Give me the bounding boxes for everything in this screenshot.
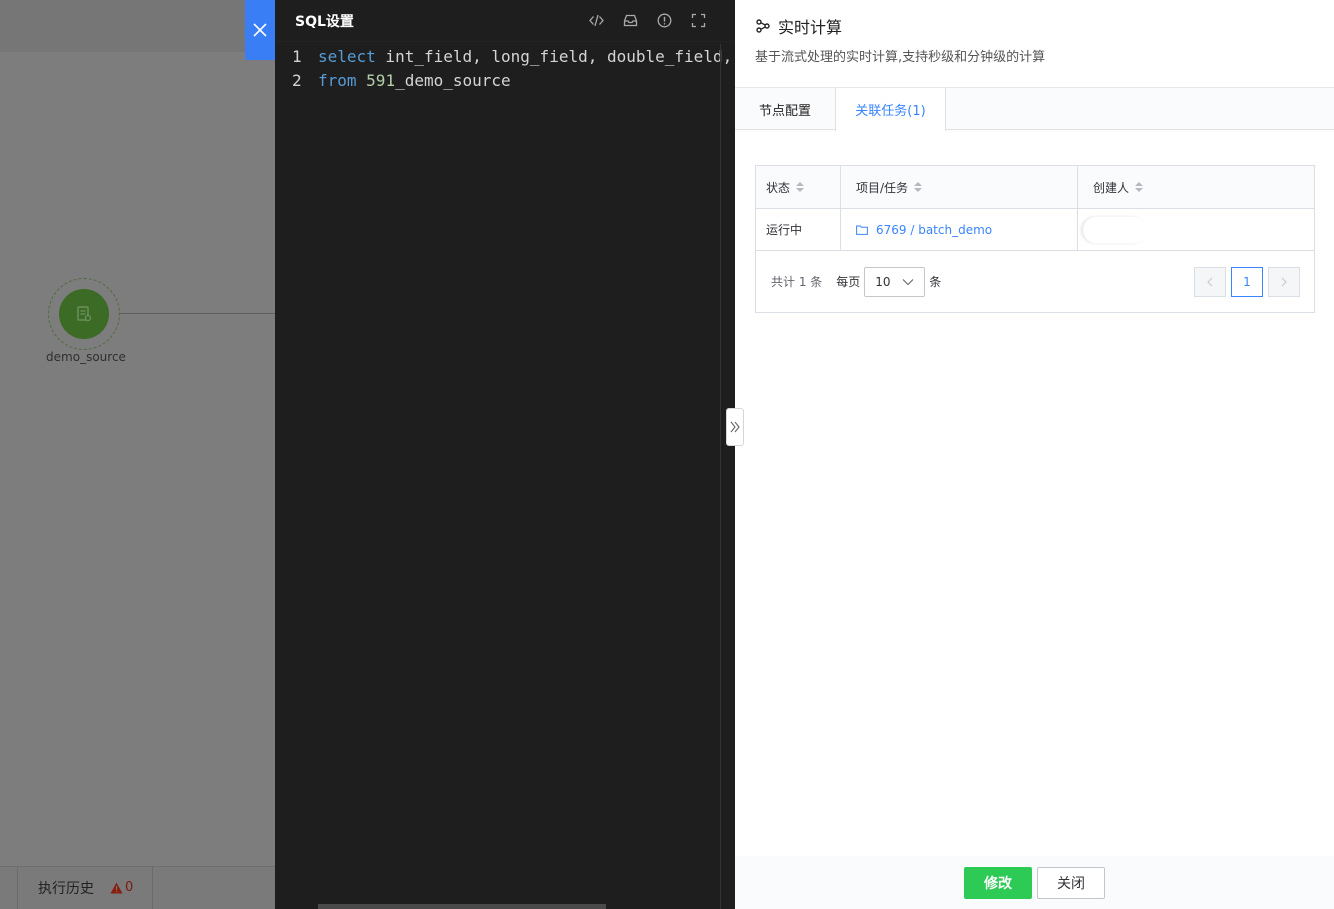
folder-icon [856,225,868,235]
pagination-total: 共计 1 条 [771,275,823,289]
fullscreen-button[interactable] [681,0,715,42]
flow-edge [120,313,275,314]
flow-node-demo-source[interactable] [59,289,109,339]
double-chevron-right-icon [730,421,740,433]
related-tasks-table: 状态 项目/任务 创建人 运行中 6769 / batch_demo 共计 1 … [755,165,1315,313]
prev-page-button[interactable] [1194,266,1226,297]
code-area[interactable]: 1 select int_field, long_field, double_f… [275,44,735,92]
close-panel-button[interactable] [245,0,275,60]
sql-text: int_field, long_field, double_field, [375,46,733,66]
sql-keyword: select [318,46,376,66]
column-header-label: 项目/任务 [856,180,909,195]
creator-cell [1078,209,1314,250]
close-icon [253,23,267,37]
line-number: 1 [292,46,302,66]
flow-canvas[interactable]: demo_source 执行历史 0 [0,0,275,909]
modify-button[interactable]: 修改 [964,866,1032,899]
panel-title: 实时计算 [778,18,843,37]
per-page-select[interactable]: 10 [864,266,926,297]
project-task-cell: 6769 / batch_demo [841,209,1078,250]
editor-header: SQL设置 [275,0,735,42]
next-page-button[interactable] [1268,266,1300,297]
per-page-label: 每页 [836,275,861,289]
canvas-toolbar [0,0,275,52]
panel-tabs: 节点配置 关联任务(1) [735,88,1334,131]
data-source-icon [77,306,92,322]
editor-ruler [720,44,721,909]
editor-title: SQL设置 [295,13,354,30]
chevron-right-icon [1281,277,1287,286]
task-link[interactable]: 6769 / batch_demo [856,223,992,237]
panel-footer: 修改 关闭 [735,856,1334,909]
column-header-label: 创建人 [1093,180,1130,195]
warning-count: 0 [125,880,134,895]
page-buttons: 1 [1194,266,1300,297]
code-line[interactable]: 2 from 591 _demo_source [275,68,735,92]
execution-history-tab[interactable]: 执行历史 0 [17,866,153,909]
sort-icon[interactable] [1135,182,1144,192]
column-header-status[interactable]: 状态 [756,166,841,208]
table-row: 运行中 6769 / batch_demo [756,209,1314,251]
code-icon [588,14,604,27]
column-header-label: 状态 [766,180,791,195]
status-cell: 运行中 [756,209,841,250]
info-button[interactable] [647,0,681,42]
panel-description: 基于流式处理的实时计算,支持秒级和分钟级的计算 [755,50,1046,65]
warning-icon [110,882,123,893]
warning-counter[interactable]: 0 [110,880,133,895]
task-link-label: 6769 / batch_demo [876,222,993,237]
horizontal-scrollbar[interactable] [318,904,606,909]
close-button[interactable]: 关闭 [1037,866,1105,899]
line-number: 2 [292,70,302,90]
sort-icon[interactable] [914,182,923,192]
info-icon [657,13,671,28]
pagination: 共计 1 条 每页 10 条 1 [756,251,1314,312]
sample-data-button[interactable] [613,0,647,42]
execution-history-label: 执行历史 [38,880,94,897]
panel-header: 实时计算 基于流式处理的实时计算,支持秒级和分钟级的计算 [735,0,1334,88]
per-page-unit: 条 [929,275,942,289]
node-label: demo_source [46,350,126,364]
sort-icon[interactable] [796,182,805,192]
sql-editor-panel: SQL设置 1 select int_field, long_field, do… [275,0,735,909]
page-number-button[interactable]: 1 [1231,266,1263,297]
chevron-left-icon [1207,277,1213,286]
fullscreen-icon [691,13,705,28]
column-header-project-task[interactable]: 项目/任务 [841,166,1078,208]
table-header: 状态 项目/任务 创建人 [756,166,1314,209]
sql-number: 591 [366,70,396,90]
column-header-creator[interactable]: 创建人 [1078,166,1314,208]
realtime-compute-icon [756,19,770,33]
tab-related-tasks[interactable]: 关联任务(1) [835,88,946,131]
node-config-panel: 实时计算 基于流式处理的实时计算,支持秒级和分钟级的计算 节点配置 关联任务(1… [735,0,1334,909]
inbox-icon [623,14,637,27]
per-page-value: 10 [875,274,891,289]
chevron-down-icon [902,278,914,285]
tab-node-config[interactable]: 节点配置 [735,88,835,130]
format-code-button[interactable] [579,0,613,42]
sql-text: _demo_source [395,70,511,90]
code-line[interactable]: 1 select int_field, long_field, double_f… [275,44,735,68]
creator-avatar [1083,216,1147,243]
sql-keyword: from [318,70,357,90]
collapse-panel-handle[interactable] [726,408,744,446]
